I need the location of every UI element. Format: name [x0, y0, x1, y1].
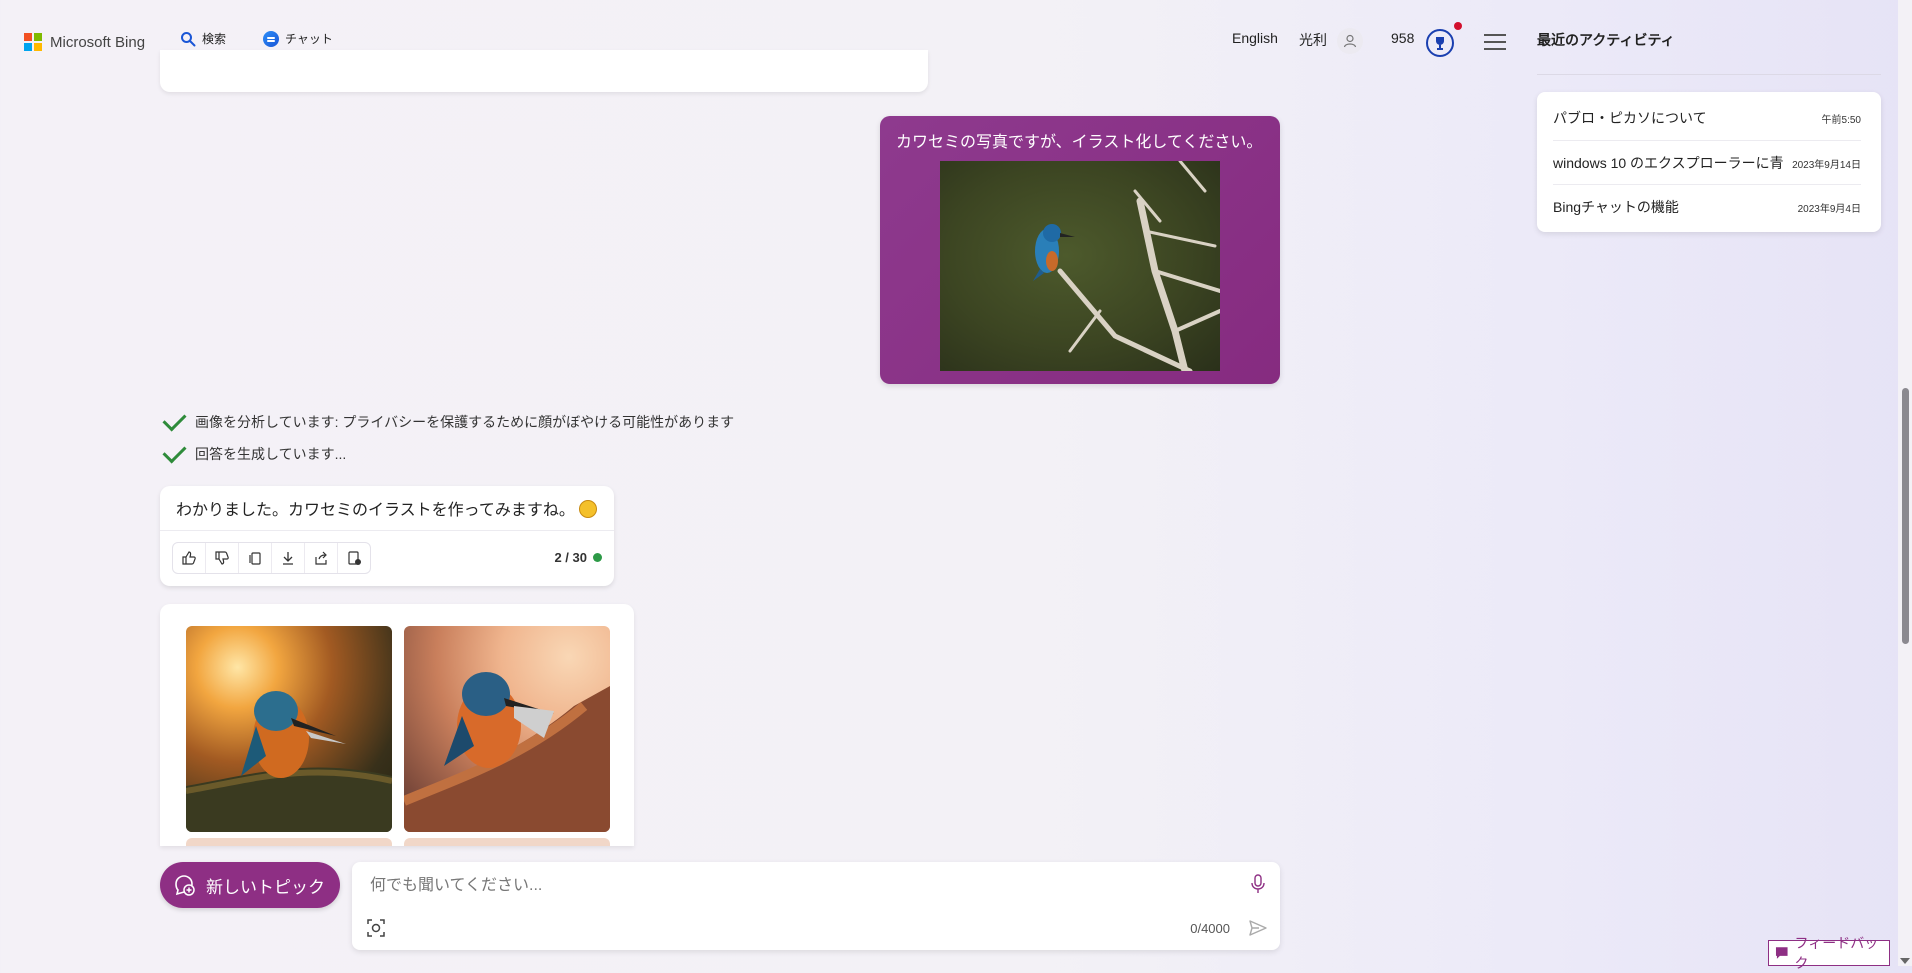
checkmark-icon [162, 406, 187, 432]
status-analyzing: 画像を分析しています: プライバシーを保護するために顔がぼやける可能性があります [162, 406, 735, 432]
activity-title: パブロ・ピカソについて [1553, 110, 1707, 126]
message-action-bar [172, 542, 371, 574]
like-button[interactable] [173, 543, 206, 573]
microphone-icon[interactable] [1250, 874, 1266, 894]
status-analyzing-text: 画像を分析しています: プライバシーを保護するために顔がぼやける可能性があります [195, 414, 735, 430]
activity-item[interactable]: windows 10 のエクスプローラーに青 2023年9月14日 [1553, 140, 1861, 185]
kingfisher-illustration-2 [404, 672, 610, 832]
reward-points[interactable]: 958 [1391, 30, 1414, 46]
download-icon [283, 552, 293, 565]
tab-search[interactable]: 検索 [180, 30, 226, 47]
export-icon [348, 551, 361, 565]
previous-message-card [160, 50, 928, 92]
generated-image-row-peek [186, 838, 392, 846]
smiling-emoji-icon [578, 500, 597, 518]
generated-images-card [160, 604, 634, 846]
recent-activity-title: 最近のアクティビティ [1537, 32, 1675, 48]
activity-date: 2023年9月14日 [1792, 159, 1861, 171]
scroll-down-arrow-icon[interactable] [1900, 958, 1910, 964]
bing-logo[interactable]: Microsoft Bing [24, 33, 145, 51]
activity-item[interactable]: パブロ・ピカソについて 午前5:50 [1553, 96, 1861, 140]
dislike-icon [215, 551, 229, 565]
recent-activity-list: パブロ・ピカソについて 午前5:50 windows 10 のエクスプローラーに… [1537, 92, 1881, 232]
activity-title: windows 10 のエクスプローラーに青 [1553, 155, 1783, 171]
trophy-icon [1436, 37, 1444, 50]
bot-message-card: わかりました。カワセミのイラストを作ってみますね。 2 / 30 [160, 486, 614, 586]
page-scrollbar[interactable] [1898, 0, 1912, 966]
visual-search-icon[interactable] [366, 918, 386, 938]
copy-button[interactable] [239, 543, 272, 573]
rewards-trophy-icon[interactable] [1426, 29, 1454, 57]
feedback-button[interactable]: フィードバック [1768, 935, 1890, 971]
brand-name: Microsoft Bing [50, 33, 146, 51]
share-icon [315, 551, 327, 565]
divider [160, 530, 614, 531]
new-topic-label: 新しいトピック [206, 877, 325, 897]
activity-title: Bingチャットの機能 [1553, 199, 1679, 215]
feedback-label: フィードバック [1794, 935, 1879, 971]
copy-icon [249, 552, 261, 565]
person-icon [1343, 34, 1357, 48]
bot-message-text: わかりました。カワセミのイラストを作ってみますね。 [176, 496, 597, 520]
tab-chat-label: チャット [285, 32, 333, 46]
turn-counter: 2 / 30 [554, 550, 602, 565]
kingfisher-illustration-1 [186, 691, 392, 832]
status-generating: 回答を生成しています... [162, 438, 347, 464]
scrollbar-thumb[interactable] [1902, 388, 1909, 644]
microsoft-logo-icon [24, 33, 42, 51]
notification-dot [1454, 22, 1462, 30]
generated-image-row-peek [404, 838, 610, 846]
activity-date: 2023年9月4日 [1797, 203, 1861, 215]
activity-item[interactable]: Bingチャットの機能 2023年9月4日 [1553, 184, 1861, 229]
character-count: 0/4000 [1190, 921, 1230, 936]
share-button[interactable] [305, 543, 338, 573]
checkmark-icon [162, 438, 187, 464]
send-icon[interactable] [1248, 918, 1268, 938]
export-button[interactable] [338, 543, 370, 573]
feedback-icon [1775, 947, 1788, 959]
like-icon [182, 551, 196, 565]
download-button[interactable] [272, 543, 305, 573]
search-icon [181, 31, 196, 46]
hamburger-menu-icon[interactable] [1484, 34, 1506, 55]
tab-chat[interactable]: チャット [255, 30, 343, 63]
user-name[interactable]: 光利 [1299, 30, 1327, 50]
new-topic-icon [175, 875, 195, 896]
status-generating-text: 回答を生成しています... [195, 446, 347, 462]
user-message-text: カワセミの写真ですが、イラスト化してください。 [896, 134, 1263, 151]
user-message-bubble: カワセミの写真ですが、イラスト化してください。 [880, 116, 1280, 384]
chat-composer: 0/4000 [352, 862, 1280, 950]
generated-kingfisher-image-1[interactable] [186, 626, 392, 832]
chat-icon [263, 30, 279, 47]
kingfisher-photo[interactable] [940, 161, 1220, 371]
user-avatar[interactable] [1337, 28, 1363, 54]
chat-input[interactable] [368, 872, 1212, 900]
kingfisher-photo-art [1033, 161, 1220, 371]
activity-date: 午前5:50 [1821, 114, 1861, 126]
status-dot [593, 553, 602, 562]
language-toggle[interactable]: English [1232, 30, 1278, 46]
generated-kingfisher-image-2[interactable] [404, 626, 610, 832]
divider [1537, 74, 1881, 75]
dislike-button[interactable] [206, 543, 239, 573]
tab-search-label: 検索 [202, 32, 227, 46]
new-topic-button[interactable]: 新しいトピック [160, 862, 340, 908]
